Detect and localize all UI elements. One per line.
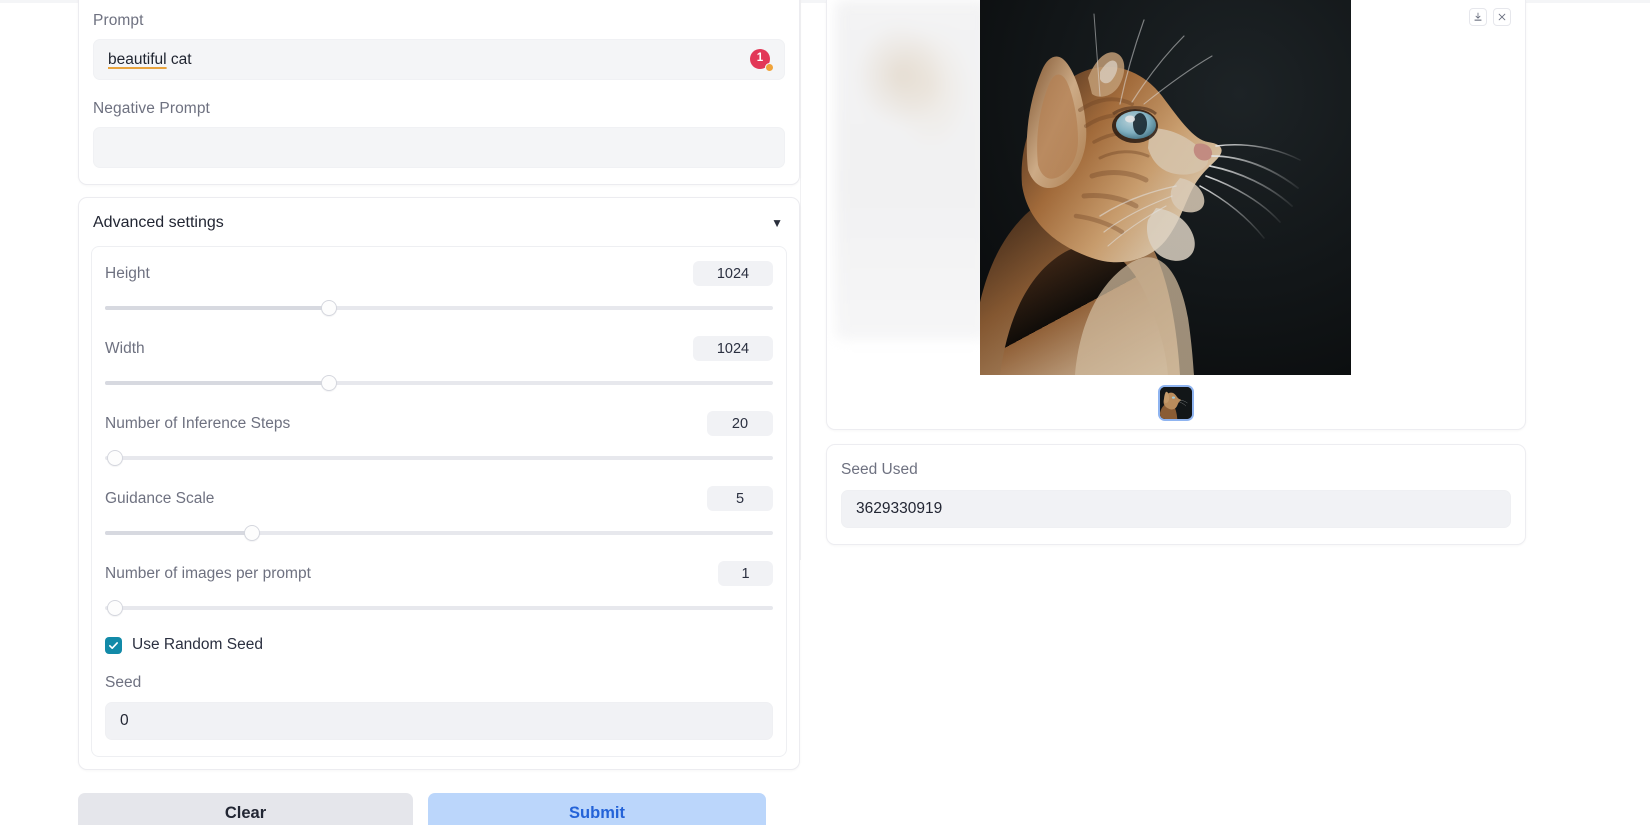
slider-label-guidance-scale: Guidance Scale [105,489,215,507]
close-icon[interactable] [1493,8,1511,26]
slider-value-width[interactable]: 1024 [693,336,773,361]
clear-button[interactable]: Clear [78,793,413,825]
slider-track-fill-height [105,306,329,310]
negative-prompt-input[interactable] [93,127,785,168]
slider-row-width: Width 1024 [105,336,773,391]
image-placeholder-ghost [835,0,990,340]
slider-track-fill-guidance-scale [105,531,252,535]
image-thumbnail-strip [827,385,1525,421]
slider-header-guidance-scale: Guidance Scale 5 [105,486,773,511]
prompt-badge-status-dot [765,62,774,72]
checkbox-checked-icon[interactable] [105,636,122,654]
prompt-card: Prompt beautiful cat 1 Negative Prompt [78,0,800,185]
seed-used-card: Seed Used 3629330919 [826,444,1526,545]
submit-button[interactable]: Submit [428,793,766,825]
image-output-card [826,0,1526,430]
slider-label-height: Height [105,264,150,282]
prompt-token-badge[interactable]: 1 [750,48,774,72]
slider-thumb-width[interactable] [320,375,337,391]
slider-label-images-per-prompt: Number of images per prompt [105,564,311,582]
seed-input[interactable]: 0 [105,702,773,740]
slider-header-inference-steps: Number of Inference Steps 20 [105,411,773,436]
slider-row-images-per-prompt: Number of images per prompt 1 [105,561,773,616]
slider-row-inference-steps: Number of Inference Steps 20 [105,411,773,466]
advanced-settings-header[interactable]: Advanced settings ▼ [79,198,799,246]
slider-row-guidance-scale: Guidance Scale 5 [105,486,773,541]
slider-thumb-guidance-scale[interactable] [243,525,260,541]
slider-thumb-inference-steps[interactable] [107,450,124,466]
slider-track-width[interactable] [105,375,773,391]
slider-track-bg-inference-steps [105,456,773,460]
image-toolbar [1469,8,1511,26]
generated-image[interactable] [980,0,1351,375]
use-random-seed-row[interactable]: Use Random Seed [105,636,773,654]
slider-label-inference-steps: Number of Inference Steps [105,414,291,432]
download-icon[interactable] [1469,8,1487,26]
column-divider [800,0,801,560]
slider-track-inference-steps[interactable] [105,450,773,466]
prompt-text: beautiful cat [108,51,192,69]
use-random-seed-label: Use Random Seed [132,636,263,653]
seed-used-label: Seed Used [841,461,918,478]
slider-thumb-images-per-prompt[interactable] [107,600,124,616]
slider-track-images-per-prompt[interactable] [105,600,773,616]
slider-label-width: Width [105,339,145,357]
slider-value-images-per-prompt[interactable]: 1 [718,561,773,586]
slider-value-guidance-scale[interactable]: 5 [707,486,773,511]
prompt-input[interactable]: beautiful cat 1 [93,39,785,80]
seed-used-value-box[interactable]: 3629330919 [841,490,1511,528]
left-panel: Prompt beautiful cat 1 Negative Prompt A… [78,0,800,825]
advanced-settings-card: Advanced settings ▼ Height 1024 Width 10… [78,197,800,770]
prompt-misspelled-word: beautiful [108,50,167,68]
slider-value-height[interactable]: 1024 [693,261,773,286]
image-generation-app: Prompt beautiful cat 1 Negative Prompt A… [0,0,1650,825]
seed-used-value: 3629330919 [856,500,943,517]
advanced-settings-body: Height 1024 Width 1024 Number of Inferen… [91,246,787,757]
slider-header-images-per-prompt: Number of images per prompt 1 [105,561,773,586]
prompt-text-rest: cat [166,50,192,68]
negative-prompt-label: Negative Prompt [93,100,210,117]
slider-header-height: Height 1024 [105,261,773,286]
image-thumbnail[interactable] [1158,385,1194,421]
seed-label: Seed [105,674,142,691]
slider-track-height[interactable] [105,300,773,316]
prompt-label: Prompt [93,12,144,29]
slider-thumb-height[interactable] [320,300,337,316]
seed-value: 0 [120,712,129,729]
advanced-settings-title: Advanced settings [93,214,224,231]
slider-header-width: Width 1024 [105,336,773,361]
action-button-row: Clear Submit [78,793,800,825]
slider-value-inference-steps[interactable]: 20 [707,411,773,436]
slider-track-guidance-scale[interactable] [105,525,773,541]
chevron-down-icon[interactable]: ▼ [771,217,783,229]
slider-row-height: Height 1024 [105,261,773,316]
slider-track-bg-images-per-prompt [105,606,773,610]
slider-track-fill-width [105,381,329,385]
right-panel: Seed Used 3629330919 [826,0,1526,545]
